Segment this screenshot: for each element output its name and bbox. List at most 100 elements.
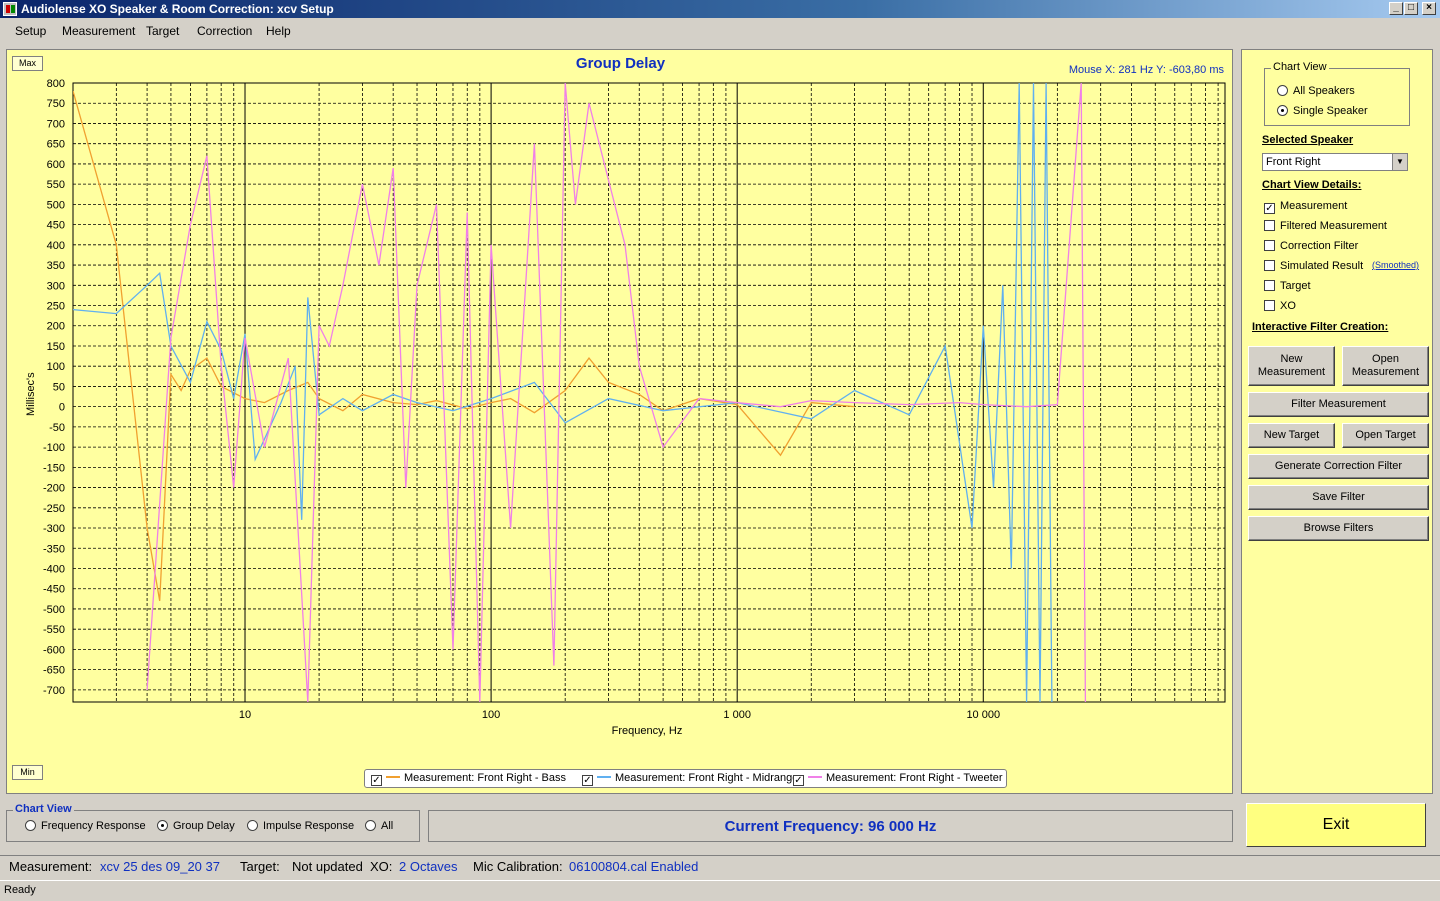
- y-tick-label: 150: [47, 341, 65, 353]
- bottom-chart-view-label: Chart View: [13, 803, 74, 815]
- check-measurement-label: Measurement: [1280, 200, 1348, 212]
- x-tick-label: 10 000: [966, 709, 1000, 721]
- check-xo-box[interactable]: [1264, 300, 1275, 311]
- app-icon: [3, 2, 17, 16]
- legend-item-midrange[interactable]: ✓ Measurement: Front Right - Midrange: [582, 772, 798, 786]
- legend-item-bass[interactable]: ✓ Measurement: Front Right - Bass: [371, 772, 566, 786]
- view-frequency-response-label: Frequency Response: [41, 820, 146, 832]
- view-frequency-response[interactable]: Frequency Response: [25, 820, 146, 832]
- x-tick-label: 1 000: [723, 709, 751, 721]
- view-group-delay-radio[interactable]: [157, 820, 168, 831]
- minimize-button[interactable]: _: [1389, 2, 1403, 15]
- new-measurement-button[interactable]: New Measurement: [1248, 346, 1335, 386]
- exit-button[interactable]: Exit: [1246, 803, 1426, 847]
- radio-all-speakers-circle[interactable]: [1277, 85, 1288, 96]
- view-impulse-response-label: Impulse Response: [263, 820, 355, 832]
- menu-bar: Setup Measurement Target Correction Help: [0, 19, 1440, 43]
- min-button[interactable]: Min: [12, 765, 43, 780]
- open-measurement-button[interactable]: Open Measurement: [1342, 346, 1429, 386]
- chart-panel: 800 750 700 650 600 550 500 450 400 350 300 250 200 1…: [6, 49, 1233, 794]
- legend-swatch-midrange: [597, 776, 611, 778]
- y-tick-label: 700: [47, 118, 65, 130]
- menu-correction[interactable]: Correction: [197, 24, 252, 38]
- check-correction-filter[interactable]: Correction Filter: [1264, 240, 1358, 252]
- y-tick-label: 600: [47, 159, 65, 171]
- maximize-button[interactable]: □: [1404, 2, 1418, 15]
- close-button[interactable]: ×: [1422, 2, 1436, 15]
- check-simulated-result-box[interactable]: [1264, 260, 1275, 271]
- y-tick-label: 50: [53, 381, 65, 393]
- check-xo[interactable]: XO: [1264, 300, 1296, 312]
- check-filtered-measurement-box[interactable]: [1264, 220, 1275, 231]
- y-tick-label: 400: [47, 240, 65, 252]
- filter-measurement-button[interactable]: Filter Measurement: [1248, 392, 1429, 417]
- speaker-select-value: Front Right: [1266, 156, 1321, 168]
- generate-correction-filter-button[interactable]: Generate Correction Filter: [1248, 454, 1429, 479]
- check-simulated-result[interactable]: Simulated Result: [1264, 260, 1363, 272]
- menu-target[interactable]: Target: [146, 24, 179, 38]
- check-target-label: Target: [1280, 280, 1311, 292]
- menu-help[interactable]: Help: [266, 24, 291, 38]
- y-tick-label: -300: [43, 523, 65, 535]
- target-label: Target:: [240, 859, 280, 874]
- browse-filters-button[interactable]: Browse Filters: [1248, 516, 1429, 541]
- chart-legend: ✓ Measurement: Front Right - Bass ✓ Measur…: [364, 769, 1007, 788]
- y-tick-label: -250: [43, 503, 65, 515]
- y-tick-label: -50: [49, 422, 65, 434]
- legend-checkbox-midrange[interactable]: ✓: [582, 775, 593, 786]
- new-target-button[interactable]: New Target: [1248, 423, 1335, 448]
- smoothed-link[interactable]: (Smoothed): [1372, 260, 1419, 270]
- open-target-button[interactable]: Open Target: [1342, 423, 1429, 448]
- legend-checkbox-tweeter[interactable]: ✓: [793, 775, 804, 786]
- view-all[interactable]: All: [365, 820, 393, 832]
- legend-checkbox-bass[interactable]: ✓: [371, 775, 382, 786]
- y-tick-label: -600: [43, 644, 65, 656]
- y-tick-label: 0: [59, 402, 65, 414]
- measurement-value: xcv 25 des 09_20 37: [100, 859, 220, 874]
- radio-single-speaker-circle[interactable]: [1277, 105, 1288, 116]
- menu-setup[interactable]: Setup: [15, 24, 46, 38]
- check-target[interactable]: Target: [1264, 280, 1311, 292]
- view-impulse-response-radio[interactable]: [247, 820, 258, 831]
- check-measurement[interactable]: ✓ Measurement: [1264, 200, 1347, 214]
- radio-all-speakers-label: All Speakers: [1293, 85, 1355, 97]
- check-correction-filter-box[interactable]: [1264, 240, 1275, 251]
- y-tick-label: -650: [43, 665, 65, 677]
- interactive-filter-label: Interactive Filter Creation:: [1252, 321, 1389, 333]
- view-impulse-response[interactable]: Impulse Response: [247, 820, 354, 832]
- side-panel: Chart View All Speakers Single Speaker S…: [1241, 49, 1433, 794]
- radio-single-speaker[interactable]: Single Speaker: [1277, 105, 1368, 117]
- view-all-radio[interactable]: [365, 820, 376, 831]
- legend-label-tweeter: Measurement: Front Right - Tweeter: [826, 772, 1003, 784]
- save-filter-button[interactable]: Save Filter: [1248, 485, 1429, 510]
- details-label: Chart View Details:: [1262, 179, 1362, 191]
- check-xo-label: XO: [1280, 300, 1296, 312]
- y-tick-label: 550: [47, 179, 65, 191]
- group-delay-chart[interactable]: 8007507006506005505004504003503002502001…: [7, 50, 1232, 793]
- chevron-down-icon[interactable]: ▼: [1392, 154, 1407, 170]
- radio-all-speakers[interactable]: All Speakers: [1277, 85, 1355, 97]
- x-tick-label: 100: [482, 709, 500, 721]
- menu-measurement[interactable]: Measurement: [62, 24, 135, 38]
- y-tick-label: 200: [47, 321, 65, 333]
- mouse-readout: Mouse X: 281 Hz Y: -603,80 ms: [1068, 64, 1224, 76]
- check-filtered-measurement[interactable]: Filtered Measurement: [1264, 220, 1387, 232]
- check-target-box[interactable]: [1264, 280, 1275, 291]
- y-tick-label: 450: [47, 220, 65, 232]
- check-measurement-box[interactable]: ✓: [1264, 203, 1275, 214]
- legend-swatch-tweeter: [808, 776, 822, 778]
- speaker-select[interactable]: Front Right ▼: [1262, 153, 1408, 171]
- view-frequency-response-radio[interactable]: [25, 820, 36, 831]
- check-correction-filter-label: Correction Filter: [1280, 240, 1359, 252]
- xo-value: 2 Octaves: [399, 859, 458, 874]
- y-tick-label: -400: [43, 563, 65, 575]
- legend-item-tweeter[interactable]: ✓ Measurement: Front Right - Tweeter: [793, 772, 1002, 786]
- view-group-delay[interactable]: Group Delay: [157, 820, 235, 832]
- y-tick-label: -550: [43, 624, 65, 636]
- window-title: Audiolense XO Speaker & Room Correction:…: [21, 2, 334, 16]
- y-tick-label: 300: [47, 280, 65, 292]
- y-tick-label: -350: [43, 543, 65, 555]
- y-tick-label: 650: [47, 139, 65, 151]
- status-info: Measurement: xcv 25 des 09_20 37 Target:…: [0, 855, 1440, 876]
- y-tick-label: 750: [47, 98, 65, 110]
